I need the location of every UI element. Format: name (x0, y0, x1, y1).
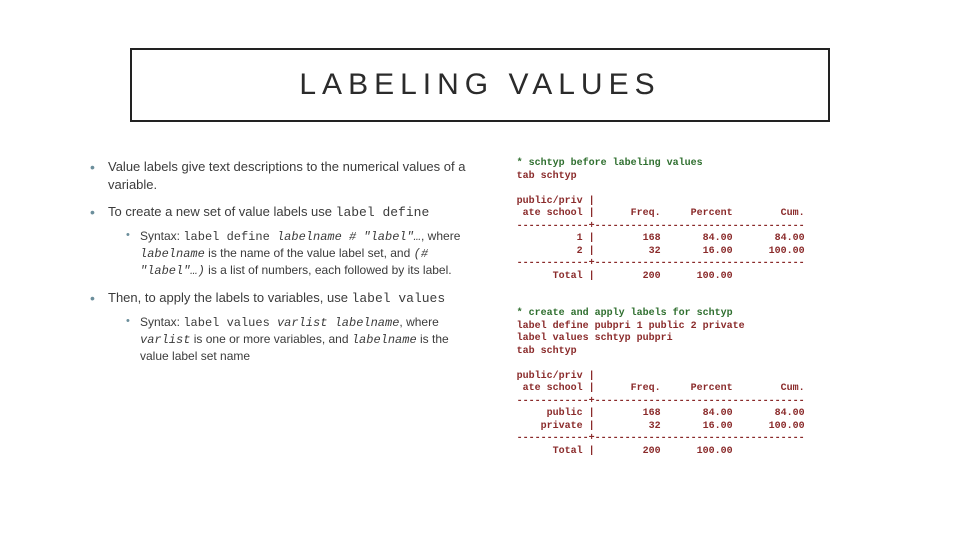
title-box: LABELING VALUES (130, 48, 830, 122)
b2-sub-mid: , where (421, 229, 460, 243)
bullet-1-text: Value labels give text descriptions to t… (108, 159, 465, 192)
b3-sub-code1: label values (183, 316, 277, 330)
b3-sub-code2: varlist labelname (277, 316, 399, 330)
tab1-l5: 2 | 32 16.00 100.00 (517, 246, 805, 257)
tab2-l4: public | 168 84.00 84.00 (517, 408, 805, 419)
bullet-3-text-a: Then, to apply the labels to variables, … (108, 290, 352, 305)
b2-sub-code2: labelname # "label"… (277, 230, 421, 244)
tab1-l2: ate school | Freq. Percent Cum. (517, 208, 805, 219)
tab2-l2: ate school | Freq. Percent Cum. (517, 383, 805, 394)
tab1-l6: ------------+---------------------------… (517, 258, 805, 269)
content-columns: Value labels give text descriptions to t… (90, 158, 870, 458)
b3-sub-code4: labelname (352, 333, 417, 347)
cmd-tab-2: tab schtyp (517, 346, 577, 357)
tab1-l7: Total | 200 100.00 (517, 271, 733, 282)
b3-sub-code3: varlist (140, 333, 190, 347)
b3-sub-prefix: Syntax: (140, 315, 183, 329)
b2-sub-mid2: is the name of the value label set, and (205, 246, 414, 260)
tab2-l5: private | 32 16.00 100.00 (517, 421, 805, 432)
cmd-tab-1: tab schtyp (517, 171, 577, 182)
bullet-3-sub: Syntax: label values varlist labelname, … (126, 314, 481, 365)
tab2-l7: Total | 200 100.00 (517, 446, 733, 457)
bullet-2: To create a new set of value labels use … (90, 203, 481, 279)
left-column: Value labels give text descriptions to t… (90, 158, 481, 458)
bullet-1: Value labels give text descriptions to t… (90, 158, 481, 193)
bullet-3-code: label values (352, 291, 446, 306)
tab1-l3: ------------+---------------------------… (517, 221, 805, 232)
tab2-l1: public/priv | (517, 371, 595, 382)
cmd-label-define: label define pubpri 1 public 2 private (517, 321, 745, 332)
tab2-l6: ------------+---------------------------… (517, 433, 805, 444)
comment-1: * schtyp before labeling values (517, 158, 703, 169)
b2-sub-end: is a list of numbers, each followed by i… (205, 263, 452, 277)
b2-sub-code1: label define (183, 230, 277, 244)
tab1-l1: public/priv | (517, 196, 595, 207)
tab1-l4: 1 | 168 84.00 84.00 (517, 233, 805, 244)
b2-sub-prefix: Syntax: (140, 229, 183, 243)
stata-output: * schtyp before labeling values tab scht… (517, 158, 870, 458)
b3-sub-mid: , where (399, 315, 438, 329)
slide-title: LABELING VALUES (160, 68, 800, 102)
bullet-2-code: label define (336, 205, 430, 220)
cmd-label-values: label values schtyp pubpri (517, 333, 673, 344)
bullet-2-text-a: To create a new set of value labels use (108, 204, 336, 219)
comment-2: * create and apply labels for schtyp (517, 308, 733, 319)
right-column: * schtyp before labeling values tab scht… (517, 158, 870, 458)
slide: LABELING VALUES Value labels give text d… (0, 0, 960, 540)
bullet-2-sub: Syntax: label define labelname # "label"… (126, 228, 481, 280)
tab2-l3: ------------+---------------------------… (517, 396, 805, 407)
b3-sub-mid2: is one or more variables, and (190, 332, 351, 346)
bullet-3: Then, to apply the labels to variables, … (90, 289, 481, 364)
b2-sub-code3: labelname (140, 247, 205, 261)
